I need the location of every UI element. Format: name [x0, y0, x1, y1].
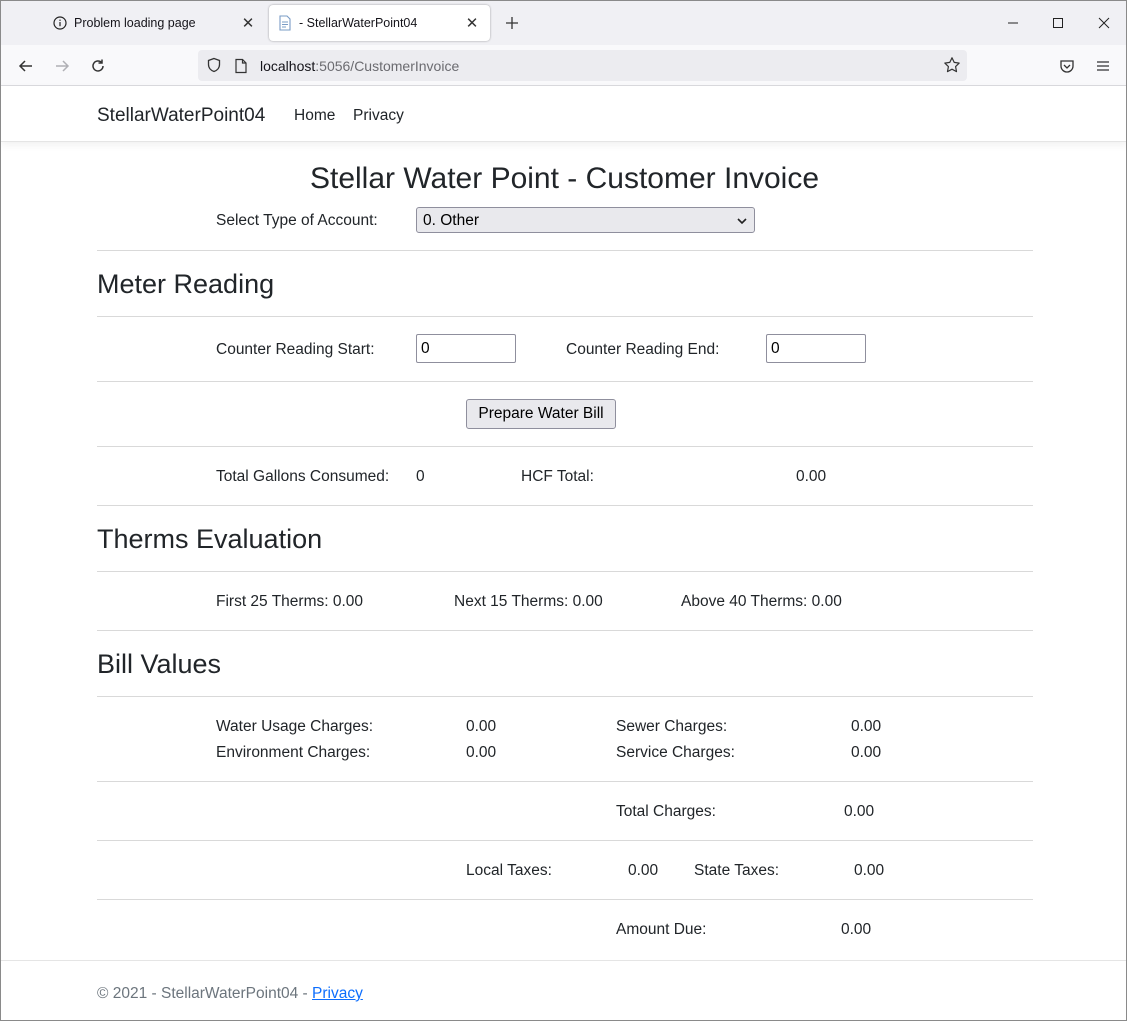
site-footer: © 2021 - StellarWaterPoint04 - Privacy: [1, 960, 1126, 1020]
browser-toolbar: localhost:5056/CustomerInvoice: [1, 45, 1126, 86]
account-type-select[interactable]: 0. Other: [416, 207, 755, 233]
total-charges-value: 0.00: [844, 803, 875, 820]
hcf-value: 0.00: [796, 468, 827, 485]
gallons-label: Total Gallons Consumed:: [216, 468, 390, 485]
tab-label: - StellarWaterPoint04: [299, 16, 418, 30]
maximize-icon[interactable]: [1038, 9, 1078, 37]
account-type-value: 0. Other: [423, 212, 479, 229]
bill-values-heading: Bill Values: [97, 649, 222, 679]
page-icon: [277, 15, 293, 31]
sewer-value: 0.00: [851, 718, 882, 735]
tab-label: Problem loading page: [74, 16, 196, 30]
account-type-label: Select Type of Account:: [216, 212, 378, 229]
above-40-therms: Above 40 Therms: 0.00: [681, 593, 842, 610]
info-icon: [52, 15, 68, 31]
back-icon[interactable]: [13, 53, 39, 79]
pocket-icon[interactable]: [1054, 53, 1080, 79]
divider: [97, 696, 1033, 697]
tab-problem-loading[interactable]: Problem loading page ✕: [38, 5, 266, 41]
divider: [97, 840, 1033, 841]
tab-stellarwaterpoint[interactable]: - StellarWaterPoint04 ✕: [269, 5, 490, 41]
address-bar[interactable]: localhost:5056/CustomerInvoice: [198, 50, 967, 81]
url-text: localhost:5056/CustomerInvoice: [260, 58, 459, 74]
bookmark-star-icon[interactable]: [943, 56, 961, 79]
nav-privacy[interactable]: Privacy: [353, 107, 404, 125]
menu-icon[interactable]: [1090, 53, 1116, 79]
divider: [97, 446, 1033, 447]
close-window-icon[interactable]: [1084, 9, 1124, 37]
counter-end-input[interactable]: 0: [766, 334, 866, 363]
page-icon: [234, 58, 248, 79]
gallons-value: 0: [416, 468, 425, 485]
state-taxes-value: 0.00: [854, 862, 885, 879]
sewer-label: Sewer Charges:: [616, 718, 728, 735]
water-usage-label: Water Usage Charges:: [216, 718, 374, 735]
meter-reading-heading: Meter Reading: [97, 269, 275, 299]
divider: [97, 250, 1033, 251]
amount-due-value: 0.00: [841, 921, 872, 938]
service-value: 0.00: [851, 744, 882, 761]
divider: [97, 630, 1033, 631]
minimize-icon[interactable]: [993, 9, 1033, 37]
page-content: StellarWaterPoint04 Home Privacy Stellar…: [1, 86, 1126, 1020]
therms-heading: Therms Evaluation: [97, 524, 323, 554]
url-host: localhost: [260, 58, 316, 74]
forward-icon[interactable]: [49, 53, 75, 79]
divider: [97, 781, 1033, 782]
tab-strip: Problem loading page ✕ - StellarWaterPoi…: [1, 1, 1126, 45]
nav-home[interactable]: Home: [294, 107, 335, 125]
footer-copyright: © 2021 - StellarWaterPoint04 -: [97, 985, 313, 1002]
new-tab-icon[interactable]: [500, 11, 524, 35]
total-charges-label: Total Charges:: [616, 803, 716, 820]
site-brand[interactable]: StellarWaterPoint04: [97, 105, 265, 127]
divider: [97, 571, 1033, 572]
state-taxes-label: State Taxes:: [694, 862, 780, 879]
close-tab-icon[interactable]: ✕: [462, 13, 482, 33]
browser-window: Problem loading page ✕ - StellarWaterPoi…: [0, 0, 1127, 1021]
divider: [97, 505, 1033, 506]
first-25-therms: First 25 Therms: 0.00: [216, 593, 364, 610]
shield-icon[interactable]: [206, 57, 222, 78]
footer-text: © 2021 - StellarWaterPoint04 - Privacy: [97, 985, 363, 1003]
water-usage-value: 0.00: [466, 718, 497, 735]
service-label: Service Charges:: [616, 744, 735, 761]
counter-start-input[interactable]: 0: [416, 334, 516, 363]
counter-start-value: 0: [421, 340, 430, 357]
local-taxes-value: 0.00: [628, 862, 659, 879]
next-15-therms: Next 15 Therms: 0.00: [454, 593, 603, 610]
url-path: :5056/CustomerInvoice: [315, 58, 460, 74]
site-navbar: StellarWaterPoint04 Home Privacy: [1, 86, 1126, 142]
counter-end-value: 0: [771, 340, 780, 357]
local-taxes-label: Local Taxes:: [466, 862, 552, 879]
environment-label: Environment Charges:: [216, 744, 371, 761]
counter-end-label: Counter Reading End:: [566, 341, 720, 358]
page-title: Stellar Water Point - Customer Invoice: [309, 162, 820, 195]
chevron-down-icon: [736, 214, 748, 232]
reload-icon[interactable]: [85, 53, 111, 79]
close-tab-icon[interactable]: ✕: [238, 13, 258, 33]
prepare-water-bill-button[interactable]: Prepare Water Bill: [466, 399, 616, 429]
divider: [97, 381, 1033, 382]
environment-value: 0.00: [466, 744, 497, 761]
counter-start-label: Counter Reading Start:: [216, 341, 375, 358]
divider: [97, 316, 1033, 317]
hcf-label: HCF Total:: [521, 468, 594, 485]
amount-due-label: Amount Due:: [616, 921, 707, 938]
footer-privacy-link[interactable]: Privacy: [312, 985, 363, 1002]
divider: [97, 899, 1033, 900]
